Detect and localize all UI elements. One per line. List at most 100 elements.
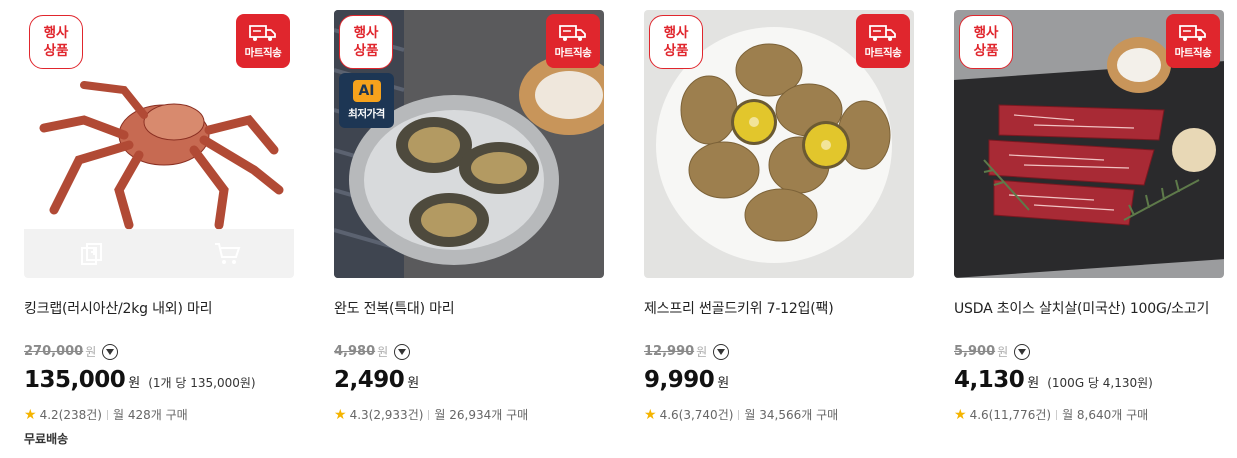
add-to-cart-button[interactable] bbox=[159, 229, 294, 278]
sale-price-value: 135,000 bbox=[24, 367, 126, 393]
price-detail-toggle[interactable] bbox=[1014, 343, 1031, 360]
monthly-purchases: 월 26,934개 구매 bbox=[434, 408, 529, 422]
rating-value: 4.6 bbox=[969, 407, 989, 422]
event-badge-line1: 행사 bbox=[973, 25, 999, 41]
monthly-purchases: 월 428개 구매 bbox=[112, 408, 188, 422]
original-price-currency: 원 bbox=[696, 345, 708, 359]
sale-price-currency: 원 bbox=[128, 376, 141, 391]
truck-icon bbox=[1179, 24, 1206, 41]
compare-icon bbox=[80, 242, 102, 265]
sale-price-currency: 원 bbox=[717, 376, 730, 391]
chevron-down-icon bbox=[398, 348, 407, 355]
mart-direct-badge: 마트직송 bbox=[546, 14, 600, 68]
divider bbox=[106, 409, 108, 420]
compare-button[interactable] bbox=[24, 229, 159, 278]
product-image[interactable]: 행사 상품 마트직송 bbox=[24, 10, 294, 278]
monthly-purchases: 월 34,566개 구매 bbox=[744, 408, 839, 422]
star-icon: ★ bbox=[334, 406, 347, 423]
sale-price-value: 4,130 bbox=[954, 367, 1025, 393]
monthly-purchases: 월 8,640개 구매 bbox=[1062, 408, 1149, 422]
original-price: 5,900 원 bbox=[954, 343, 1031, 360]
quick-actions-bar bbox=[24, 229, 294, 278]
sale-price-value: 9,990 bbox=[644, 367, 715, 393]
original-price-currency: 원 bbox=[377, 345, 389, 359]
sale-price: 135,000 원 (1개 당 135,000원) bbox=[24, 367, 256, 393]
product-card[interactable]: 행사 상품 마트직송 킹크랩(러시아산/2kg 내외) 마리 270,000 원… bbox=[24, 10, 294, 450]
truck-icon bbox=[559, 24, 586, 41]
unit-price: (1개 당 135,000원) bbox=[148, 376, 256, 390]
product-card[interactable]: 행사 상품 마트직송 USDA 초이스 살치살(미국산) 100G/소고기 5,… bbox=[954, 10, 1224, 450]
product-title[interactable]: 완도 전복(특대) 마리 bbox=[334, 298, 604, 318]
product-image[interactable]: 행사 상품 마트직송 bbox=[644, 10, 914, 278]
sale-price: 2,490 원 bbox=[334, 367, 419, 393]
original-price: 12,990 원 bbox=[644, 343, 730, 360]
event-badge-line2: 상품 bbox=[43, 43, 69, 59]
sale-price-currency: 원 bbox=[407, 376, 420, 391]
chevron-down-icon bbox=[1018, 348, 1027, 355]
event-badge: 행사 상품 bbox=[339, 15, 393, 69]
review-count[interactable]: (3,740건) bbox=[679, 406, 734, 423]
price-detail-toggle[interactable] bbox=[394, 343, 411, 360]
chevron-down-icon bbox=[106, 348, 115, 355]
original-price: 4,980 원 bbox=[334, 343, 411, 360]
product-card[interactable]: 행사 상품 AI 최저가격 마트직송 완도 전복(특대) 마리 4,980 원 … bbox=[334, 10, 604, 450]
rating-row: ★ 4.2 (238건) 월 428개 구매 bbox=[24, 406, 188, 423]
rating-row: ★ 4.6 (3,740건) 월 34,566개 구매 bbox=[644, 406, 838, 423]
price-detail-toggle[interactable] bbox=[102, 343, 119, 360]
mart-direct-badge: 마트직송 bbox=[1166, 14, 1220, 68]
product-image[interactable]: 행사 상품 AI 최저가격 마트직송 bbox=[334, 10, 604, 278]
event-badge: 행사 상품 bbox=[649, 15, 703, 69]
rating-row: ★ 4.3 (2,933건) 월 26,934개 구매 bbox=[334, 406, 528, 423]
rating-row: ★ 4.6 (11,776건) 월 8,640개 구매 bbox=[954, 406, 1148, 423]
rating-value: 4.2 bbox=[39, 407, 59, 422]
mart-direct-label: 마트직송 bbox=[554, 46, 592, 59]
ai-lowest-price-label: 최저가격 bbox=[348, 108, 385, 120]
event-badge-line1: 행사 bbox=[663, 25, 689, 41]
product-title[interactable]: 제스프리 썬골드키위 7-12입(팩) bbox=[644, 298, 914, 318]
event-badge-line2: 상품 bbox=[353, 43, 379, 59]
original-price: 270,000 원 bbox=[24, 343, 119, 360]
truck-icon bbox=[869, 24, 896, 41]
event-badge-line1: 행사 bbox=[353, 25, 379, 41]
product-image[interactable]: 행사 상품 마트직송 bbox=[954, 10, 1224, 278]
original-price-value: 4,980 bbox=[334, 344, 376, 359]
price-detail-toggle[interactable] bbox=[713, 343, 730, 360]
event-badge-line2: 상품 bbox=[663, 43, 689, 59]
sale-price: 4,130 원 (100G 당 4,130원) bbox=[954, 367, 1153, 393]
star-icon: ★ bbox=[644, 406, 657, 423]
original-price-currency: 원 bbox=[997, 345, 1009, 359]
divider bbox=[738, 409, 740, 420]
rating-value: 4.6 bbox=[659, 407, 679, 422]
original-price-value: 5,900 bbox=[954, 344, 996, 359]
product-title[interactable]: 킹크랩(러시아산/2kg 내외) 마리 bbox=[24, 298, 294, 318]
mart-direct-badge: 마트직송 bbox=[856, 14, 910, 68]
ai-lowest-price-badge: AI 최저가격 bbox=[339, 73, 394, 128]
mart-direct-label: 마트직송 bbox=[864, 46, 902, 59]
truck-icon bbox=[249, 24, 276, 41]
original-price-value: 270,000 bbox=[24, 344, 84, 359]
ai-logo: AI bbox=[352, 80, 381, 102]
sale-price-currency: 원 bbox=[1027, 376, 1040, 391]
event-badge-line1: 행사 bbox=[43, 25, 69, 41]
original-price-currency: 원 bbox=[85, 345, 97, 359]
event-badge-line2: 상품 bbox=[973, 43, 999, 59]
review-count[interactable]: (11,776건) bbox=[989, 406, 1051, 423]
star-icon: ★ bbox=[24, 406, 37, 423]
divider bbox=[428, 409, 430, 420]
divider bbox=[1056, 409, 1058, 420]
cart-icon bbox=[214, 242, 240, 264]
product-card[interactable]: 행사 상품 마트직송 제스프리 썬골드키위 7-12입(팩) 12,990 원 … bbox=[644, 10, 914, 450]
mart-direct-label: 마트직송 bbox=[1174, 46, 1212, 59]
original-price-value: 12,990 bbox=[644, 344, 695, 359]
sale-price-value: 2,490 bbox=[334, 367, 405, 393]
rating-value: 4.3 bbox=[349, 407, 369, 422]
star-icon: ★ bbox=[954, 406, 967, 423]
chevron-down-icon bbox=[717, 348, 726, 355]
unit-price: (100G 당 4,130원) bbox=[1047, 376, 1153, 390]
review-count[interactable]: (2,933건) bbox=[369, 406, 424, 423]
mart-direct-label: 마트직송 bbox=[244, 46, 282, 59]
event-badge: 행사 상품 bbox=[959, 15, 1013, 69]
review-count[interactable]: (238건) bbox=[59, 406, 102, 423]
mart-direct-badge: 마트직송 bbox=[236, 14, 290, 68]
product-title[interactable]: USDA 초이스 살치살(미국산) 100G/소고기 bbox=[954, 298, 1224, 318]
